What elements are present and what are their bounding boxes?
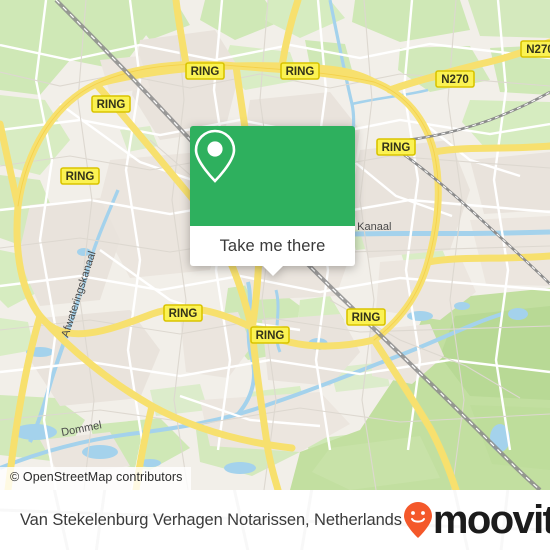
moovit-map-screenshot: Afwateringskanaal Dommel h Kanaal RING R… bbox=[0, 0, 550, 550]
road-shield-ring: RING bbox=[376, 138, 416, 156]
card-pointer bbox=[261, 265, 284, 276]
map-pin-icon bbox=[194, 129, 236, 183]
road-shield-ring: RING bbox=[163, 304, 203, 322]
road-shield-ring: RING bbox=[250, 326, 290, 344]
moovit-logo[interactable]: moovit bbox=[402, 500, 550, 540]
road-shield-ring: RING bbox=[280, 62, 320, 80]
card-icon-area bbox=[190, 126, 355, 226]
svg-text:RING: RING bbox=[66, 171, 95, 183]
take-me-there-label: Take me there bbox=[219, 236, 326, 255]
svg-text:N270: N270 bbox=[526, 44, 550, 56]
svg-text:RING: RING bbox=[191, 66, 220, 78]
moovit-pin-smile-icon bbox=[403, 502, 432, 538]
road-shield-n27: N270 bbox=[520, 40, 550, 58]
map-canvas[interactable]: Afwateringskanaal Dommel h Kanaal RING R… bbox=[0, 0, 550, 490]
svg-text:RING: RING bbox=[97, 99, 126, 111]
osm-attribution[interactable]: © OpenStreetMap contributors bbox=[0, 467, 191, 490]
place-title: Van Stekelenburg Verhagen Notarissen, Ne… bbox=[20, 510, 402, 529]
road-shield-n270: N270 bbox=[435, 70, 475, 88]
take-me-there-card[interactable]: Take me there bbox=[190, 126, 355, 276]
svg-text:RING: RING bbox=[352, 312, 381, 324]
svg-text:RING: RING bbox=[169, 308, 198, 320]
card-label-area[interactable]: Take me there bbox=[190, 226, 355, 276]
moovit-wordmark: moovit bbox=[432, 498, 550, 542]
svg-text:RING: RING bbox=[286, 66, 315, 78]
road-shield-ring: RING bbox=[60, 167, 100, 185]
svg-text:N270: N270 bbox=[441, 74, 469, 86]
bottom-info-bar: Van Stekelenburg Verhagen Notarissen, Ne… bbox=[0, 490, 550, 550]
svg-text:RING: RING bbox=[256, 330, 285, 342]
road-shield-ring: RING bbox=[185, 62, 225, 80]
road-shield-ring: RING bbox=[91, 95, 131, 113]
road-shield-ring: RING bbox=[346, 308, 386, 326]
svg-text:RING: RING bbox=[382, 142, 411, 154]
